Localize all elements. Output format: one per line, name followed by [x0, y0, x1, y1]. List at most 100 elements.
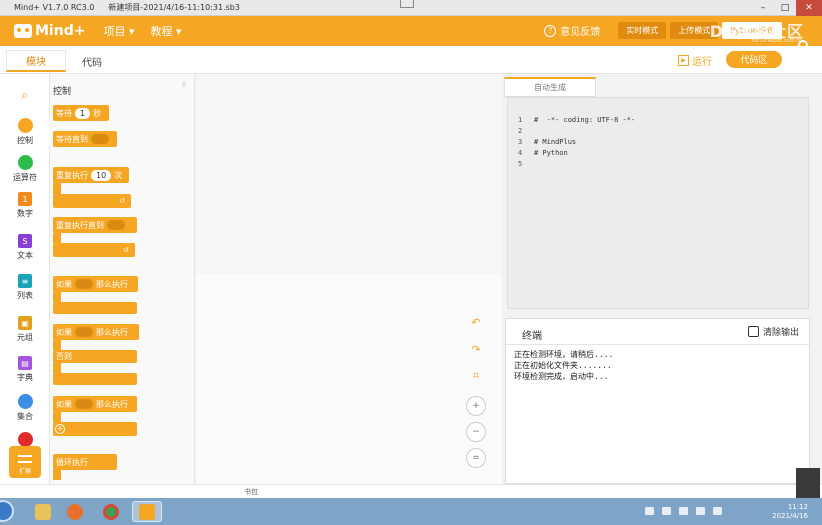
- category-set-label: 集合: [17, 412, 33, 421]
- window-controls: – □ ✕: [752, 0, 822, 16]
- block-if-elif[interactable]: 如果 那么执行: [53, 396, 137, 412]
- line-number: 4: [518, 149, 523, 157]
- tray-icon[interactable]: [645, 507, 654, 515]
- terminal-panel: 终端 清除输出 正在检测环境，请稍后.... 正在初始化文件夹....... 环…: [505, 318, 811, 484]
- block-if-else-end: [53, 373, 137, 385]
- undo-icon[interactable]: ↶: [466, 312, 486, 332]
- code-area-label: 代码区: [740, 56, 768, 66]
- block-condition-slot[interactable]: [91, 134, 109, 144]
- block-condition-slot[interactable]: [75, 327, 93, 337]
- more-category-dot-icon: [17, 432, 33, 447]
- clear-output-button[interactable]: 清除输出: [747, 325, 799, 338]
- block-add-branch[interactable]: +: [53, 422, 137, 436]
- menu-tutorial[interactable]: 教程 ▾: [150, 23, 181, 39]
- crop-icon[interactable]: ⌗: [466, 366, 486, 386]
- tray-icon[interactable]: [679, 507, 688, 515]
- terminal-header: 终端 清除输出: [506, 319, 811, 345]
- app-header: Mind+ 项目 ▾ 教程 ▾ ? 意见反馈 实时模式 上传模式 Python模…: [0, 16, 822, 50]
- run-button[interactable]: ▶ 运行: [678, 53, 712, 68]
- terminal-line: 正在初始化文件夹.......: [514, 361, 612, 370]
- close-button[interactable]: ✕: [796, 0, 822, 16]
- df-watermark-url: mc.DFRobot.com.cn: [751, 38, 802, 44]
- firefox-icon: [67, 503, 83, 520]
- category-dict[interactable]: ▤ 字典: [0, 356, 50, 383]
- script-workspace[interactable]: [196, 74, 502, 484]
- block-repeat-until-label: 重复执行直到: [56, 220, 104, 230]
- realtime-mode-button[interactable]: 实时模式: [618, 22, 667, 39]
- zoom-out-icon[interactable]: −: [466, 422, 486, 442]
- search-icon: ⌕: [21, 88, 29, 103]
- block-forever[interactable]: 循环执行: [53, 454, 117, 470]
- set-icon: [17, 394, 33, 409]
- code-panel[interactable]: 1 # -*- coding: UTF-8 -*- 2 3 # MindPlus 4…: [507, 97, 809, 309]
- block-if-label: 如果: [56, 279, 72, 289]
- block-wait-until[interactable]: 等待直到: [53, 131, 117, 147]
- block-if-arm: [53, 292, 61, 302]
- list-icon: ≡: [18, 274, 32, 288]
- category-list[interactable]: ≡ 列表: [0, 274, 50, 301]
- block-repeat-until-arm: [53, 233, 61, 243]
- taskbar-explorer[interactable]: [28, 501, 58, 522]
- category-set[interactable]: 集合: [0, 394, 50, 422]
- zoom-in-icon[interactable]: +: [466, 396, 486, 416]
- taskbar-firefox[interactable]: [60, 501, 90, 522]
- backpack-tab[interactable]: 书包: [244, 487, 258, 497]
- extension-button[interactable]: 扩展: [9, 446, 41, 478]
- corner-overlay: [796, 468, 820, 498]
- category-control[interactable]: 控制: [0, 118, 50, 146]
- category-search[interactable]: ⌕: [0, 88, 50, 103]
- tuple-icon: ▣: [18, 316, 32, 330]
- chrome-icon: [103, 503, 119, 520]
- block-wait[interactable]: 等待 1 秒: [53, 105, 109, 121]
- clock-time: 11:12: [787, 503, 808, 511]
- block-condition-slot[interactable]: [107, 220, 125, 230]
- window-file-name: 新建项目-2021/4/16-11:10:31.sb3: [108, 3, 240, 12]
- code-area-button[interactable]: 代码区: [726, 51, 782, 68]
- block-repeat-until-end: ↺: [53, 243, 135, 257]
- taskbar-chrome[interactable]: [96, 501, 126, 522]
- category-operators-label: 运算符: [13, 173, 37, 182]
- pin-icon[interactable]: ⤒: [182, 82, 186, 92]
- block-repeat-value[interactable]: 10: [91, 169, 112, 181]
- terminal-line: 环境检测完成，启动中...: [514, 372, 609, 381]
- block-if-else-arm: [53, 340, 61, 350]
- line-text: # -*- coding: UTF-8 -*-: [534, 116, 636, 124]
- block-condition-slot[interactable]: [75, 279, 93, 289]
- tab-blocks[interactable]: 模块: [6, 50, 66, 72]
- tray-icon[interactable]: [696, 507, 705, 515]
- tab-code[interactable]: 代码: [62, 50, 122, 72]
- code-line: 1 # -*- coding: UTF-8 -*-: [518, 116, 635, 124]
- block-repeat[interactable]: 重复执行 10 次: [53, 167, 129, 183]
- redo-icon[interactable]: ↷: [466, 339, 486, 359]
- plus-icon: +: [55, 424, 65, 434]
- line-number: 1: [518, 116, 523, 124]
- block-if[interactable]: 如果 那么执行: [53, 276, 138, 292]
- question-icon: ?: [544, 24, 557, 37]
- block-else-arm: [53, 363, 61, 373]
- block-if-end: [53, 302, 137, 314]
- block-repeat-label: 重复执行: [56, 170, 88, 180]
- tray-icon[interactable]: [662, 507, 671, 515]
- zoom-reset-icon[interactable]: =: [466, 448, 486, 468]
- category-tuple[interactable]: ▣ 元组: [0, 316, 50, 343]
- tab-auto-generated[interactable]: 自动生成: [504, 77, 596, 97]
- taskbar-mindplus[interactable]: [132, 501, 162, 522]
- menu-project[interactable]: 项目 ▾: [103, 23, 134, 39]
- category-numbers[interactable]: 1 数字: [0, 192, 50, 219]
- block-if-else[interactable]: 如果 那么执行: [53, 324, 139, 340]
- tray-icon[interactable]: [713, 507, 722, 515]
- maximize-button[interactable]: □: [774, 0, 796, 16]
- category-operators[interactable]: 运算符: [0, 155, 50, 183]
- category-text[interactable]: S 文本: [0, 234, 50, 261]
- feedback-button[interactable]: ? 意见反馈: [544, 23, 600, 38]
- dictionary-icon: ▤: [18, 356, 32, 370]
- block-wait-value[interactable]: 1: [75, 107, 91, 119]
- taskbar-clock[interactable]: 11:12 2021/4/16: [772, 503, 808, 521]
- block-repeat-until[interactable]: 重复执行直到: [53, 217, 137, 233]
- feedback-label: 意见反馈: [560, 27, 601, 38]
- minimize-button[interactable]: –: [752, 0, 774, 16]
- start-button[interactable]: [0, 500, 14, 522]
- block-wait-unit: 秒: [93, 108, 102, 118]
- system-tray: [637, 507, 722, 515]
- block-condition-slot[interactable]: [75, 399, 93, 409]
